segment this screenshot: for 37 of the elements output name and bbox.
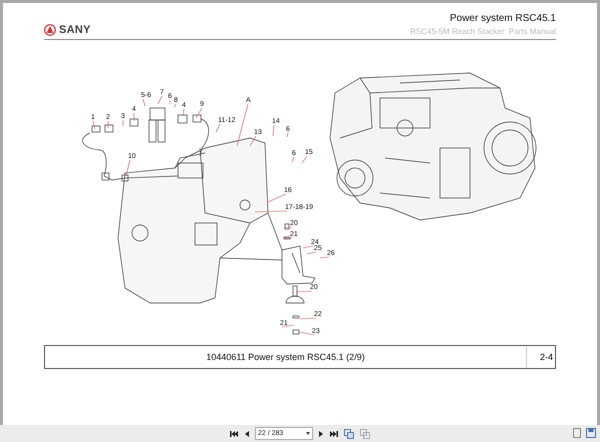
brand-logo-text: SANY bbox=[59, 24, 91, 36]
next-page-icon[interactable] bbox=[319, 430, 324, 438]
leader-line bbox=[284, 226, 292, 228]
page-title: Power system RSC45.1 bbox=[450, 13, 556, 24]
copy-page-icon[interactable] bbox=[344, 428, 354, 438]
first-page-icon[interactable] bbox=[230, 430, 238, 438]
single-page-icon[interactable] bbox=[573, 428, 581, 438]
leader-line bbox=[92, 120, 96, 130]
leader-line bbox=[158, 96, 162, 104]
leader-line bbox=[216, 124, 220, 132]
leader-line bbox=[302, 156, 308, 164]
page-number: 2-4 bbox=[526, 346, 555, 368]
save-icon[interactable] bbox=[586, 428, 596, 438]
leader-line bbox=[282, 324, 294, 328]
leader-line bbox=[300, 332, 314, 336]
leader-line bbox=[122, 120, 124, 126]
leader-line bbox=[300, 318, 316, 320]
logo-icon bbox=[44, 24, 56, 36]
dropdown-caret-icon[interactable] bbox=[306, 432, 310, 435]
leader-line bbox=[196, 108, 202, 118]
leader-line bbox=[142, 98, 146, 106]
leader-line bbox=[182, 108, 184, 116]
previous-page-icon[interactable] bbox=[244, 430, 249, 438]
leader-line bbox=[296, 290, 312, 292]
leader-line bbox=[302, 246, 314, 248]
leader-line bbox=[126, 160, 130, 176]
leader-line bbox=[306, 252, 316, 254]
leader-line bbox=[268, 194, 286, 202]
leader-line bbox=[254, 210, 288, 212]
leader-line bbox=[286, 132, 288, 138]
last-page-icon[interactable] bbox=[330, 430, 338, 438]
manual-subtitle: RSC45-5M Reach Stacker Parts Manual bbox=[410, 27, 556, 36]
leader-line bbox=[272, 124, 274, 136]
caption-text: 10440611 Power system RSC45.1 (2/9) bbox=[205, 351, 366, 364]
leader-line bbox=[292, 156, 294, 162]
leader-line bbox=[320, 256, 330, 258]
leader-line bbox=[174, 104, 176, 108]
